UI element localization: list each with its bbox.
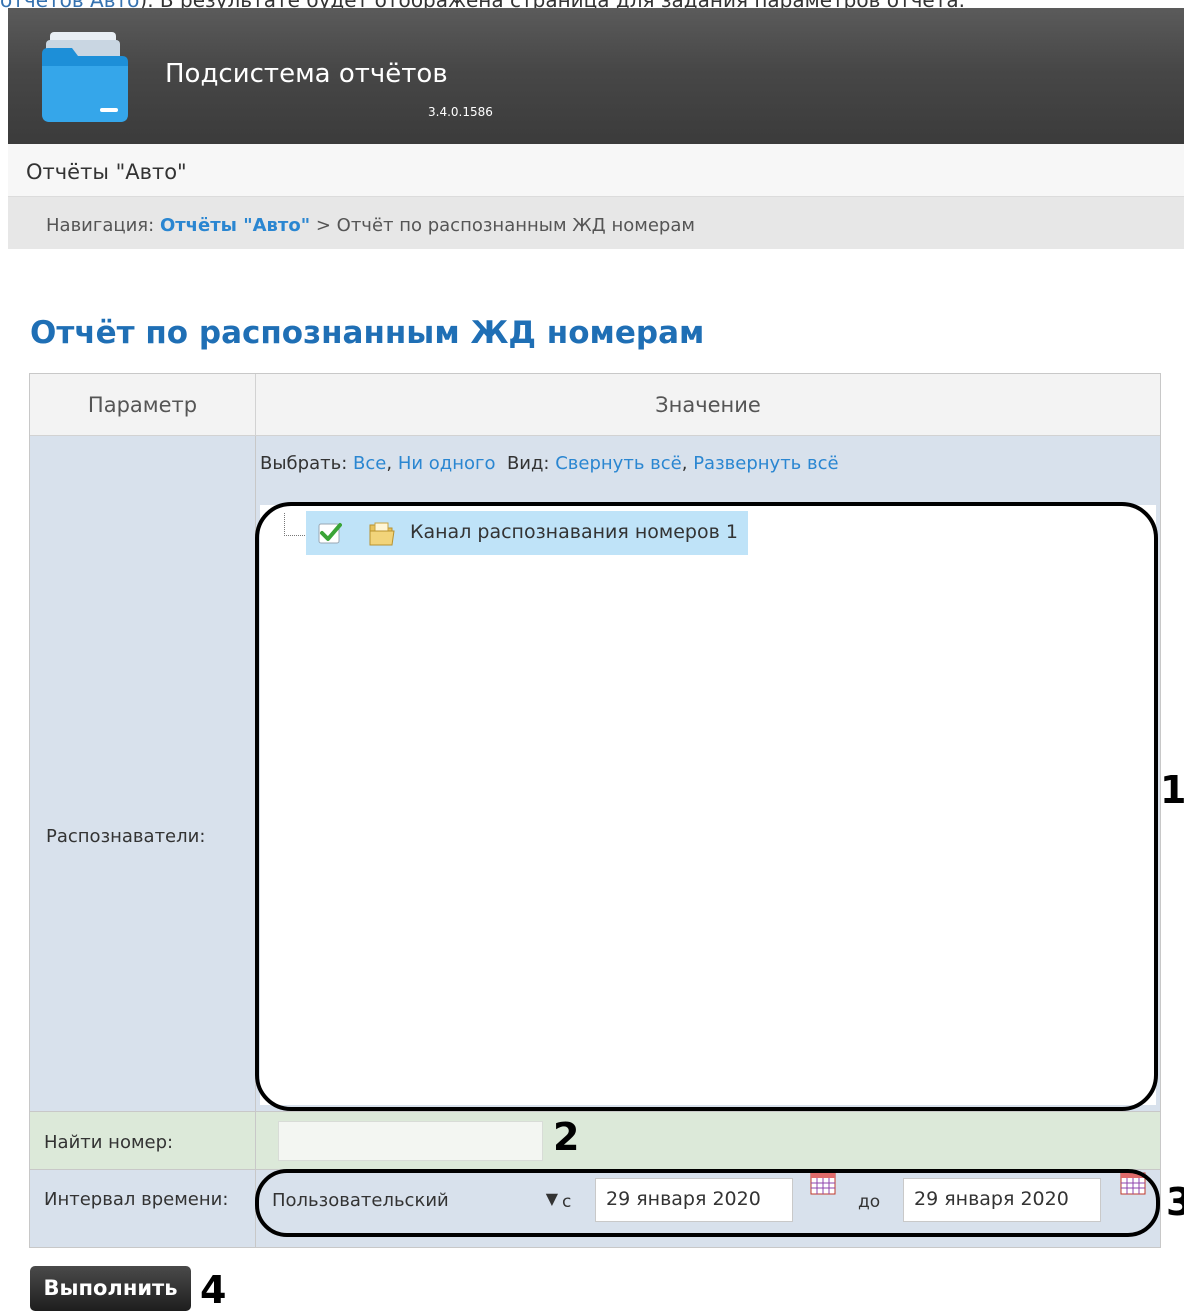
breadcrumb-link-auto-reports[interactable]: Отчёты "Авто"	[160, 215, 310, 236]
select-all-link[interactable]: Все	[353, 453, 386, 474]
column-header-value: Значение	[256, 374, 1160, 436]
recognizers-label: Распознаватели:	[46, 826, 206, 847]
app-title: Подсистема отчётов	[165, 59, 448, 89]
annotation-frame-recognizers	[255, 502, 1158, 1111]
breadcrumb-prefix: Навигация:	[46, 215, 155, 236]
select-comma: ,	[386, 453, 393, 474]
find-number-input[interactable]	[278, 1121, 543, 1161]
breadcrumb: Навигация: Отчёты "Авто" > Отчёт по расп…	[46, 215, 695, 236]
annotation-marker-2: 2	[553, 1115, 580, 1159]
annotation-frame-interval	[255, 1169, 1160, 1237]
interval-label: Интервал времени:	[44, 1189, 229, 1210]
select-none-link[interactable]: Ни одного	[398, 453, 496, 474]
breadcrumb-current: Отчёт по распознанным ЖД номерам	[336, 215, 695, 236]
view-comma: ,	[681, 453, 688, 474]
recognizers-label-cell: Распознаватели:	[30, 436, 256, 1112]
tree-controls: Выбрать: Все, Ни одного Вид: Свернуть вс…	[260, 453, 839, 474]
page-title: Отчёт по распознанным ЖД номерам	[30, 315, 705, 351]
section-title: Отчёты "Авто"	[26, 160, 187, 184]
find-number-label-cell: Найти номер:	[30, 1112, 256, 1170]
find-number-value-cell	[256, 1112, 1160, 1170]
view-label: Вид:	[506, 453, 550, 474]
find-number-label: Найти номер:	[44, 1132, 174, 1153]
annotation-marker-3: 3	[1166, 1180, 1184, 1224]
collapse-all-link[interactable]: Свернуть всё	[555, 453, 682, 474]
select-label: Выбрать:	[260, 453, 348, 474]
section-bar: Отчёты "Авто"	[8, 144, 1184, 197]
app-header: Подсистема отчётов 3.4.0.1586	[8, 8, 1184, 144]
app-version: 3.4.0.1586	[428, 105, 493, 119]
annotation-marker-4: 4	[200, 1268, 227, 1312]
breadcrumb-bar: Навигация: Отчёты "Авто" > Отчёт по расп…	[8, 197, 1184, 249]
expand-all-link[interactable]: Развернуть всё	[693, 453, 838, 474]
interval-label-cell: Интервал времени:	[30, 1170, 256, 1247]
annotation-marker-1: 1	[1160, 768, 1184, 812]
breadcrumb-separator: >	[315, 215, 331, 236]
run-report-button[interactable]: Выполнить	[30, 1266, 191, 1311]
folder-icon	[38, 26, 130, 124]
column-header-param: Параметр	[30, 374, 256, 436]
